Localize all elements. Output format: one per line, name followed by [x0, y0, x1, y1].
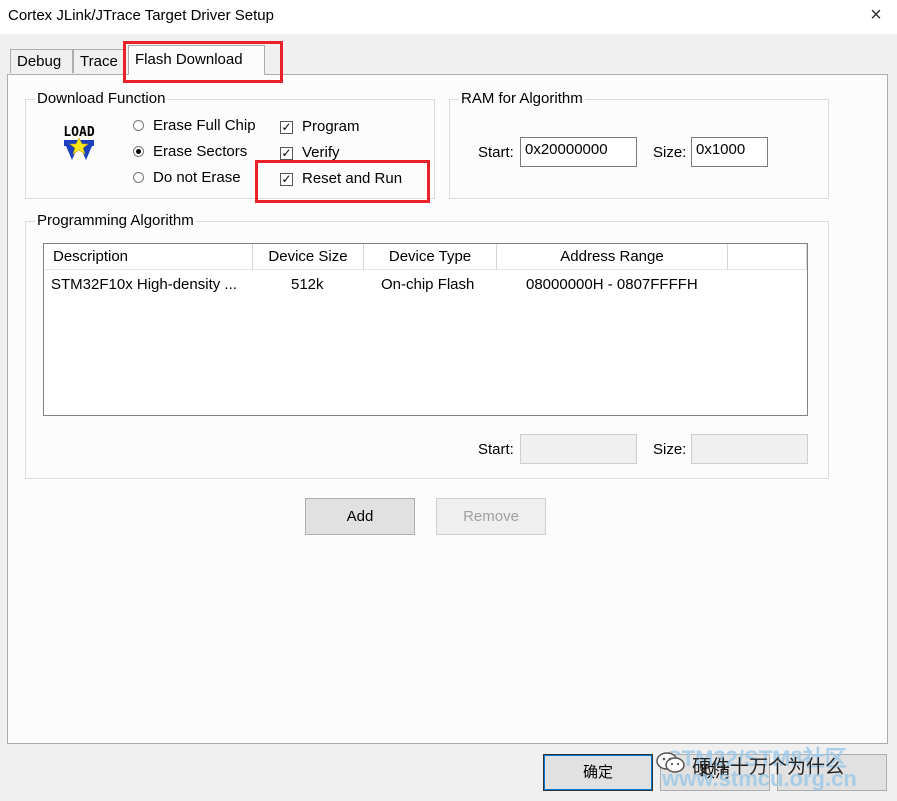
column-header-device-type[interactable]: Device Type	[364, 244, 497, 270]
ram-start-input[interactable]: 0x20000000	[520, 137, 637, 167]
column-header-empty	[728, 244, 807, 270]
column-header-address-range[interactable]: Address Range	[497, 244, 728, 270]
ram-size-label: Size:	[653, 144, 687, 161]
download-function-label: Download Function	[35, 90, 168, 107]
do-not-erase-radio[interactable]	[133, 172, 144, 183]
erase-sectors-radio[interactable]	[133, 146, 144, 157]
algo-start-label: Start:	[478, 441, 514, 458]
verify-label: Verify	[302, 144, 340, 161]
cell-address-range: 08000000H - 0807FFFFH	[526, 276, 698, 293]
algorithm-list[interactable]: Description Device Size Device Type Addr…	[43, 243, 808, 416]
program-checkbox[interactable]: ✓	[280, 121, 293, 134]
cell-device-type: On-chip Flash	[381, 276, 475, 293]
ok-button[interactable]: 确定	[543, 754, 653, 791]
algo-size-input[interactable]	[691, 434, 808, 464]
verify-checkbox[interactable]: ✓	[280, 147, 293, 160]
cell-description: STM32F10x High-density ...	[51, 276, 237, 293]
program-label: Program	[302, 118, 360, 135]
tab-highlight-box	[123, 41, 283, 83]
tab-trace[interactable]: Trace	[73, 49, 125, 73]
close-icon[interactable]: ×	[864, 3, 888, 27]
erase-sectors-label: Erase Sectors	[153, 143, 248, 160]
do-not-erase-label: Do not Erase	[153, 169, 241, 186]
load-icon: LOAD	[58, 122, 100, 166]
ram-size-input[interactable]: 0x1000	[691, 137, 768, 167]
algo-start-input[interactable]	[520, 434, 637, 464]
table-row[interactable]: STM32F10x High-density ... 512k On-chip …	[45, 272, 806, 296]
tab-debug[interactable]: Debug	[10, 49, 73, 73]
cell-device-size: 512k	[291, 276, 324, 293]
programming-algorithm-label: Programming Algorithm	[35, 212, 196, 229]
column-header-device-size[interactable]: Device Size	[253, 244, 364, 270]
erase-full-chip-label: Erase Full Chip	[153, 117, 256, 134]
erase-full-chip-radio[interactable]	[133, 120, 144, 131]
add-button[interactable]: Add	[305, 498, 415, 535]
reset-and-run-highlight-box	[255, 160, 430, 203]
column-header-description[interactable]: Description	[45, 244, 253, 270]
remove-button[interactable]: Remove	[436, 498, 546, 535]
ram-start-label: Start:	[478, 144, 514, 161]
window-title: Cortex JLink/JTrace Target Driver Setup	[8, 7, 274, 24]
ram-for-algorithm-label: RAM for Algorithm	[459, 90, 585, 107]
watermark-url: www.stmcu.org.cn	[662, 766, 857, 791]
algo-size-label: Size:	[653, 441, 687, 458]
